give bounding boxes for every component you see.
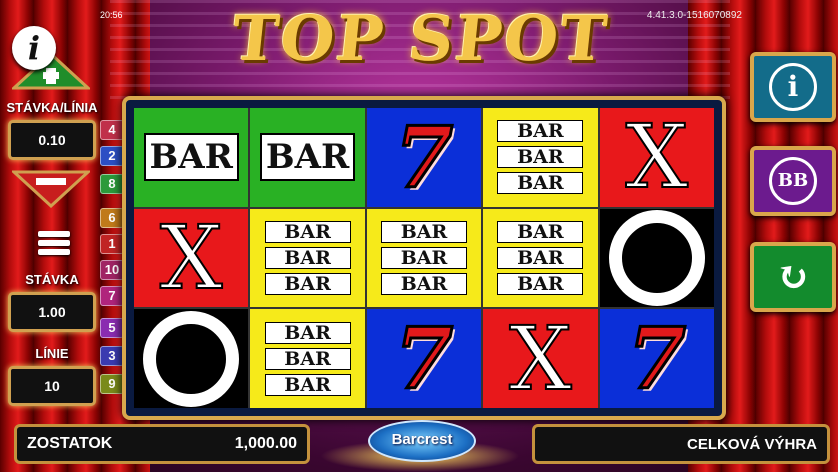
- triple-bar-symbol: BAR BAR BAR: [483, 208, 598, 308]
- paytable-button[interactable]: i: [750, 52, 836, 122]
- version-label: 4.41.3.0-1516070892: [646, 10, 742, 21]
- payline-marker: 7: [100, 286, 124, 306]
- payline-marker: 4: [100, 120, 124, 140]
- lines-label: LÍNIE: [35, 346, 69, 361]
- info-icon: i: [769, 63, 817, 111]
- menu-icon[interactable]: [38, 228, 70, 260]
- reel-grid: BAR BAR 7 BAR BAR BAR X X BAR BAR BAR BAR BAR BAR BAR B…: [134, 108, 714, 408]
- triple-bar-symbol: BAR BAR BAR: [483, 108, 598, 207]
- o-symbol: [599, 208, 714, 308]
- triple-bar-symbol: BAR BAR BAR: [250, 208, 365, 308]
- seven-symbol: 7: [366, 108, 482, 207]
- minus-icon: [10, 170, 92, 209]
- seven-symbol: 7: [599, 309, 714, 408]
- payline-marker: 1: [100, 234, 124, 254]
- x-symbol: X: [134, 208, 249, 308]
- total-win-panel: CELKOVÁ VÝHRA: [532, 424, 830, 464]
- stake-per-line-value: 0.10: [8, 120, 96, 160]
- stake-decrease-button[interactable]: [10, 170, 92, 209]
- stake-label: STÁVKA: [25, 272, 79, 287]
- payline-marker: 9: [100, 374, 124, 394]
- bb-icon: BB: [769, 157, 817, 205]
- game-title: TOP SPOT: [228, 2, 613, 75]
- stake-per-line-label: STÁVKA/LÍNIA: [6, 100, 98, 115]
- stake-value: 1.00: [8, 292, 96, 332]
- payline-marker: 10: [100, 260, 124, 280]
- game-stage: 20:56 4.41.3.0-1516070892 TOP SPOT i STÁ…: [0, 0, 838, 472]
- bar-symbol: BAR: [250, 108, 365, 207]
- triple-bar-symbol: BAR BAR BAR: [250, 309, 365, 408]
- barcrest-logo: Barcrest: [368, 420, 476, 462]
- x-symbol: X: [483, 309, 598, 408]
- balance-label: ZOSTATOK: [27, 435, 113, 452]
- payline-marker: 3: [100, 346, 124, 366]
- seven-symbol: 7: [366, 309, 482, 408]
- payline-marker: 2: [100, 146, 124, 166]
- reel-window: BAR BAR 7 BAR BAR BAR X X BAR BAR BAR BAR BAR BAR BAR B…: [122, 96, 726, 420]
- payline-marker: 6: [100, 208, 124, 228]
- refresh-icon: ↻: [776, 253, 810, 300]
- spin-button[interactable]: ↻: [750, 242, 836, 312]
- bar-symbol: BAR: [134, 108, 249, 207]
- status-time: 20:56: [100, 10, 123, 20]
- triple-bar-symbol: BAR BAR BAR: [366, 208, 482, 308]
- payline-marker: 5: [100, 318, 124, 338]
- info-icon[interactable]: i: [12, 26, 56, 70]
- o-symbol: [134, 309, 249, 408]
- lines-value: 10: [8, 366, 96, 406]
- balance-value: 1,000.00: [234, 435, 297, 452]
- payline-marker: 8: [100, 174, 124, 194]
- bet-settings-button[interactable]: BB: [750, 146, 836, 216]
- balance-panel: ZOSTATOK 1,000.00: [14, 424, 310, 464]
- x-symbol: X: [599, 108, 714, 207]
- total-win-label: CELKOVÁ VÝHRA: [686, 436, 817, 453]
